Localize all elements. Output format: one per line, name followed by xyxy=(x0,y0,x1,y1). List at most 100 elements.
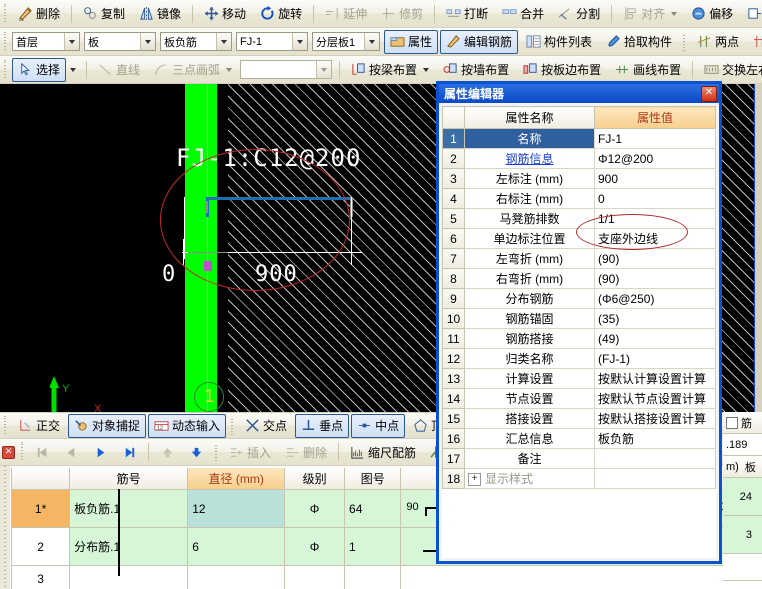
pick-component-button[interactable]: 拾取构件 xyxy=(600,30,678,54)
arc-tool-button[interactable]: 三点画弧 xyxy=(148,58,238,82)
property-editor-dialog[interactable]: 属性编辑器 ✕ 属性名称 属性值 1 名称 FJ-1 2 钢筋信息 Φ12@20… xyxy=(436,81,722,564)
col-property-value[interactable]: 属性值 xyxy=(594,106,716,129)
layer-select[interactable]: 分层板1 xyxy=(312,32,380,51)
property-row[interactable]: 8 右弯折 (mm) (90) xyxy=(442,268,716,289)
cell-jinhao[interactable]: 板负筋.1 xyxy=(69,489,189,528)
scale-rebar-button[interactable]: 缩尺配筋 xyxy=(344,440,422,464)
cell-grade[interactable]: Φ xyxy=(284,489,346,528)
right-overflow-table[interactable]: 筋 .189 m) 板 24 3 xyxy=(723,412,762,589)
property-row[interactable]: 15 搭接设置 按默认搭接设置计算 xyxy=(442,408,716,429)
swap-annotation-button[interactable]: 交换左右标注 xyxy=(698,58,762,82)
break-button[interactable]: 打断 xyxy=(440,2,494,26)
chevron-down-icon[interactable] xyxy=(70,67,77,72)
cell-grade[interactable] xyxy=(284,565,346,589)
property-value[interactable]: (Φ6@250) xyxy=(594,288,716,309)
col-property-name[interactable]: 属性名称 xyxy=(464,106,595,129)
property-row[interactable]: 3 左标注 (mm) 900 xyxy=(442,168,716,189)
property-value[interactable]: (90) xyxy=(594,268,716,289)
row-number[interactable]: 1* xyxy=(10,489,71,528)
chevron-down-icon[interactable] xyxy=(364,33,379,50)
select-tool-button[interactable]: 选择 xyxy=(12,57,67,82)
perpendicular-snap-toggle[interactable]: 垂点 xyxy=(295,413,350,438)
property-row[interactable]: 7 左弯折 (mm) (90) xyxy=(442,248,716,269)
chevron-down-icon[interactable] xyxy=(226,67,233,72)
cell-diameter[interactable] xyxy=(187,565,286,589)
pane-grip[interactable] xyxy=(0,466,10,589)
delete-row-button[interactable]: 删除 xyxy=(279,440,333,464)
property-row[interactable]: 6 单边标注位置 支座外边线 xyxy=(442,228,716,249)
property-row[interactable]: 12 归类名称 (FJ-1) xyxy=(442,348,716,369)
property-row[interactable]: 5 马凳筋排数 1/1 xyxy=(442,208,716,229)
edit-rebar-button[interactable]: 编辑钢筋 xyxy=(440,29,519,54)
property-row[interactable]: 1 名称 FJ-1 xyxy=(442,128,716,149)
first-record-button[interactable] xyxy=(29,440,56,464)
viewport-scrollbar[interactable] xyxy=(755,84,762,412)
property-value[interactable]: FJ-1 xyxy=(594,128,716,149)
stretch-button[interactable]: 拉伸 xyxy=(741,2,762,26)
merge-button[interactable]: 合并 xyxy=(496,2,550,26)
line-tool-button[interactable]: 直线 xyxy=(92,58,146,82)
chevron-down-icon[interactable] xyxy=(671,11,678,16)
property-row[interactable]: 2 钢筋信息 Φ12@200 xyxy=(442,148,716,169)
property-row[interactable]: 10 钢筋锚固 (35) xyxy=(442,308,716,329)
property-row[interactable]: 18 + 显示样式 xyxy=(442,468,716,489)
cell-tuhao[interactable] xyxy=(344,565,402,589)
last-record-button[interactable] xyxy=(116,440,143,464)
layout-by-beam-button[interactable]: 按梁布置 xyxy=(345,58,435,82)
layout-by-wall-button[interactable]: 按墙布置 xyxy=(437,58,515,82)
col-tuhao[interactable]: 图号 xyxy=(344,468,402,490)
property-row[interactable]: 9 分布钢筋 (Φ6@250) xyxy=(442,288,716,309)
cell-tuhao[interactable]: 1 xyxy=(344,527,402,566)
chevron-down-icon[interactable] xyxy=(64,33,79,50)
two-point-button[interactable]: 两点 xyxy=(691,30,745,54)
next-record-button[interactable] xyxy=(87,440,114,464)
right-cell[interactable] xyxy=(723,554,762,581)
property-value[interactable] xyxy=(594,468,716,489)
move-up-button[interactable] xyxy=(154,440,181,464)
property-value[interactable] xyxy=(594,448,716,469)
align-button[interactable]: 对齐 xyxy=(617,2,683,26)
delete-button[interactable]: 删除 xyxy=(12,2,66,26)
component-kind-select[interactable]: 板负筋 xyxy=(160,32,232,51)
toolbar-grip[interactable] xyxy=(3,59,9,80)
property-value[interactable]: 支座外边线 xyxy=(594,228,716,249)
property-value[interactable]: 0 xyxy=(594,188,716,209)
floor-select[interactable]: 首层 xyxy=(12,32,80,51)
property-row[interactable]: 14 节点设置 按默认节点设置计算 xyxy=(442,388,716,409)
toolbar-grip[interactable] xyxy=(20,442,26,462)
property-value[interactable]: 900 xyxy=(594,168,716,189)
row-number[interactable]: 2 xyxy=(10,527,71,566)
object-snap-toggle[interactable]: 对象捕捉 xyxy=(68,413,147,438)
row-number[interactable]: 3 xyxy=(10,565,71,589)
cell-jinhao[interactable]: 分布筋.1 xyxy=(69,527,189,566)
property-value[interactable]: 按默认计算设置计算 xyxy=(594,368,716,389)
cell-jinhao[interactable] xyxy=(69,565,189,589)
parallel-button[interactable]: 平行 xyxy=(747,30,762,54)
property-value[interactable]: (35) xyxy=(594,308,716,329)
property-row[interactable]: 4 右标注 (mm) 0 xyxy=(442,188,716,209)
property-row[interactable]: 17 备注 xyxy=(442,448,716,469)
property-table[interactable]: 属性名称 属性值 1 名称 FJ-1 2 钢筋信息 Φ12@200 3 左标注 … xyxy=(442,106,716,489)
col-grade[interactable]: 级别 xyxy=(284,468,346,490)
property-value[interactable]: Φ12@200 xyxy=(594,148,716,169)
close-icon[interactable]: ✕ xyxy=(2,445,15,459)
extend-button[interactable]: 延伸 xyxy=(319,2,373,26)
cell-diameter[interactable]: 6 xyxy=(187,527,286,566)
col-rownum[interactable] xyxy=(10,468,71,490)
properties-button[interactable]: 属性 xyxy=(384,29,439,54)
ortho-toggle[interactable]: 正交 xyxy=(12,414,66,438)
component-type-select[interactable]: 板 xyxy=(84,32,156,51)
property-value[interactable]: 1/1 xyxy=(594,208,716,229)
layout-by-slab-edge-button[interactable]: 按板边布置 xyxy=(517,58,607,82)
toolbar-grip[interactable] xyxy=(3,3,9,24)
mirror-button[interactable]: 镜像 xyxy=(133,2,187,26)
intersection-snap-toggle[interactable]: 交点 xyxy=(239,414,293,438)
cell-diameter[interactable]: 12 xyxy=(187,489,286,528)
property-row[interactable]: 13 计算设置 按默认计算设置计算 xyxy=(442,368,716,389)
property-row[interactable]: 16 汇总信息 板负筋 xyxy=(442,428,716,449)
chevron-down-icon[interactable] xyxy=(423,67,430,72)
cell-grade[interactable]: Φ xyxy=(284,527,346,566)
trim-button[interactable]: 修剪 xyxy=(375,2,429,26)
dynamic-input-toggle[interactable]: 12 动态输入 xyxy=(148,413,227,438)
property-name-expandable[interactable]: + 显示样式 xyxy=(464,468,595,489)
